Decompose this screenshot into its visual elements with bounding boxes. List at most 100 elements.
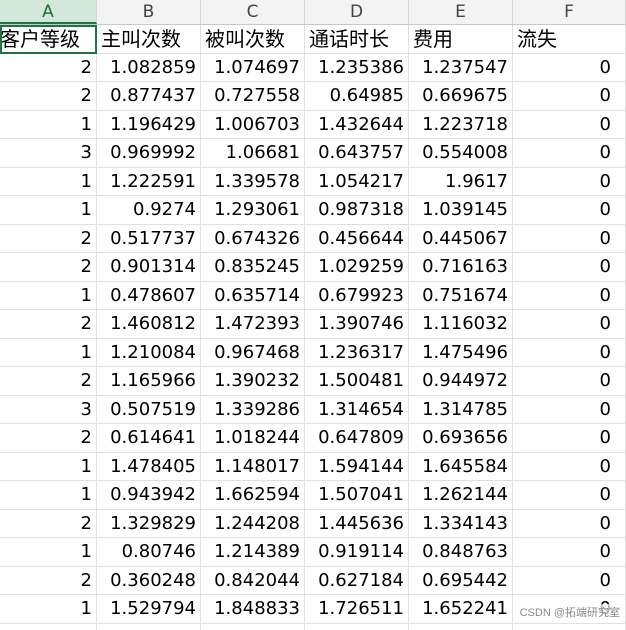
data-cell[interactable]: 1.029259 bbox=[305, 253, 409, 282]
data-cell[interactable]: 0.919114 bbox=[305, 538, 409, 567]
data-cell[interactable]: 0.614641 bbox=[97, 424, 201, 453]
data-cell[interactable]: 2 bbox=[0, 367, 97, 396]
data-cell[interactable]: 0.943942 bbox=[97, 481, 201, 510]
data-cell[interactable]: 2 bbox=[0, 224, 97, 253]
data-cell[interactable]: 1.726511 bbox=[305, 595, 409, 624]
data-cell[interactable]: 0 bbox=[513, 367, 626, 396]
data-cell[interactable]: 0.635714 bbox=[201, 281, 305, 310]
data-cell[interactable]: 1.082859 bbox=[97, 53, 201, 82]
data-cell[interactable]: 0 bbox=[513, 623, 626, 630]
data-cell[interactable]: 0.360248 bbox=[97, 566, 201, 595]
header-cell[interactable]: 主叫次数 bbox=[97, 25, 201, 54]
data-cell[interactable]: 1 bbox=[0, 623, 97, 630]
data-cell[interactable]: 0.877437 bbox=[97, 82, 201, 111]
data-cell[interactable]: 1.054217 bbox=[305, 167, 409, 196]
data-cell[interactable]: 1.165966 bbox=[97, 367, 201, 396]
data-cell[interactable]: 0.987318 bbox=[305, 196, 409, 225]
data-cell[interactable]: 1.236317 bbox=[305, 338, 409, 367]
data-cell[interactable]: 1.390746 bbox=[305, 310, 409, 339]
data-cell[interactable]: 1.507041 bbox=[305, 481, 409, 510]
data-cell[interactable]: 0 bbox=[513, 110, 626, 139]
data-cell[interactable]: 0.643757 bbox=[305, 139, 409, 168]
data-cell[interactable]: 0 bbox=[513, 281, 626, 310]
data-cell[interactable]: 1 bbox=[0, 196, 97, 225]
header-cell[interactable]: 费用 bbox=[409, 25, 513, 54]
data-cell[interactable]: 1 bbox=[0, 538, 97, 567]
data-cell[interactable]: 0 bbox=[513, 82, 626, 111]
data-cell[interactable]: 1.222591 bbox=[97, 167, 201, 196]
data-cell[interactable]: 2 bbox=[0, 82, 97, 111]
column-header-a[interactable]: A bbox=[0, 0, 97, 24]
data-cell[interactable]: 1.285714 bbox=[97, 623, 201, 630]
data-cell[interactable]: 1.445636 bbox=[305, 509, 409, 538]
data-cell[interactable]: 1.223718 bbox=[409, 110, 513, 139]
column-header-e[interactable]: E bbox=[409, 0, 513, 24]
data-cell[interactable]: 0.669675 bbox=[409, 82, 513, 111]
data-cell[interactable]: 0.627184 bbox=[305, 566, 409, 595]
data-cell[interactable]: 0.517737 bbox=[97, 224, 201, 253]
data-cell[interactable]: 1.645584 bbox=[409, 452, 513, 481]
data-cell[interactable]: 1.500481 bbox=[305, 367, 409, 396]
data-cell[interactable]: 1.244208 bbox=[201, 509, 305, 538]
data-cell[interactable]: 1.329829 bbox=[97, 509, 201, 538]
data-cell[interactable]: 1.196429 bbox=[97, 110, 201, 139]
data-cell[interactable]: 0.647809 bbox=[305, 424, 409, 453]
data-cell[interactable]: 0 bbox=[513, 139, 626, 168]
data-cell[interactable]: 0.842044 bbox=[201, 566, 305, 595]
data-cell[interactable]: 1.018244 bbox=[201, 424, 305, 453]
data-cell[interactable]: 0.944972 bbox=[409, 367, 513, 396]
data-cell[interactable]: 1.334143 bbox=[409, 509, 513, 538]
data-cell[interactable]: 0 bbox=[513, 452, 626, 481]
data-cell[interactable]: 0 bbox=[513, 167, 626, 196]
data-cell[interactable]: 0 bbox=[513, 253, 626, 282]
data-cell[interactable]: 0.848763 bbox=[409, 538, 513, 567]
data-cell[interactable]: 1.339286 bbox=[201, 395, 305, 424]
column-header-c[interactable]: C bbox=[201, 0, 305, 24]
column-header-b[interactable]: B bbox=[97, 0, 201, 24]
data-cell[interactable]: 1.475496 bbox=[409, 338, 513, 367]
data-cell[interactable]: 0.751674 bbox=[409, 281, 513, 310]
data-cell[interactable]: 1.9617 bbox=[409, 167, 513, 196]
data-cell[interactable]: 1.235386 bbox=[305, 53, 409, 82]
data-cell[interactable]: 0.679923 bbox=[305, 281, 409, 310]
data-cell[interactable]: 1 bbox=[0, 338, 97, 367]
data-cell[interactable]: 0.64985 bbox=[305, 82, 409, 111]
data-cell[interactable]: 1.848833 bbox=[201, 595, 305, 624]
column-header-f[interactable]: F bbox=[513, 0, 626, 24]
data-cell[interactable]: 0.478607 bbox=[97, 281, 201, 310]
data-cell[interactable]: 0 bbox=[513, 538, 626, 567]
data-cell[interactable]: 1.210084 bbox=[97, 338, 201, 367]
data-cell[interactable]: 0.695442 bbox=[409, 566, 513, 595]
data-cell[interactable]: 1.06681 bbox=[201, 139, 305, 168]
data-cell[interactable]: 0 bbox=[513, 395, 626, 424]
data-cell[interactable]: 0.901314 bbox=[97, 253, 201, 282]
data-cell[interactable]: 1.662594 bbox=[201, 481, 305, 510]
header-cell[interactable]: 通话时长 bbox=[305, 25, 409, 54]
data-cell[interactable]: 1 bbox=[0, 481, 97, 510]
data-cell[interactable]: 1 bbox=[0, 452, 97, 481]
data-cell[interactable]: 0.507519 bbox=[97, 395, 201, 424]
data-cell[interactable]: 0.445067 bbox=[409, 224, 513, 253]
data-cell[interactable]: 0 bbox=[513, 224, 626, 253]
data-cell[interactable]: 3 bbox=[0, 395, 97, 424]
data-cell[interactable]: 0 bbox=[513, 566, 626, 595]
data-cell[interactable]: 1.074697 bbox=[201, 53, 305, 82]
data-cell[interactable]: 1.390232 bbox=[201, 367, 305, 396]
data-cell[interactable]: 2 bbox=[0, 424, 97, 453]
data-cell[interactable]: 0.727558 bbox=[201, 82, 305, 111]
data-cell[interactable]: 1 bbox=[0, 167, 97, 196]
header-cell[interactable]: 客户等级 bbox=[0, 25, 97, 54]
data-cell[interactable]: 0.969992 bbox=[97, 139, 201, 168]
data-cell[interactable]: 1.262144 bbox=[409, 481, 513, 510]
column-header-d[interactable]: D bbox=[305, 0, 409, 24]
data-cell[interactable]: 1.214389 bbox=[201, 538, 305, 567]
header-cell[interactable]: 被叫次数 bbox=[201, 25, 305, 54]
data-cell[interactable]: 1 bbox=[0, 281, 97, 310]
data-cell[interactable]: 1.116032 bbox=[409, 310, 513, 339]
data-cell[interactable]: 2 bbox=[0, 566, 97, 595]
data-cell[interactable]: 0.693656 bbox=[409, 424, 513, 453]
data-cell[interactable]: 0.554008 bbox=[409, 139, 513, 168]
data-cell[interactable]: 1.478405 bbox=[97, 452, 201, 481]
data-cell[interactable]: 1.594144 bbox=[305, 452, 409, 481]
data-cell[interactable]: 0.967468 bbox=[201, 338, 305, 367]
